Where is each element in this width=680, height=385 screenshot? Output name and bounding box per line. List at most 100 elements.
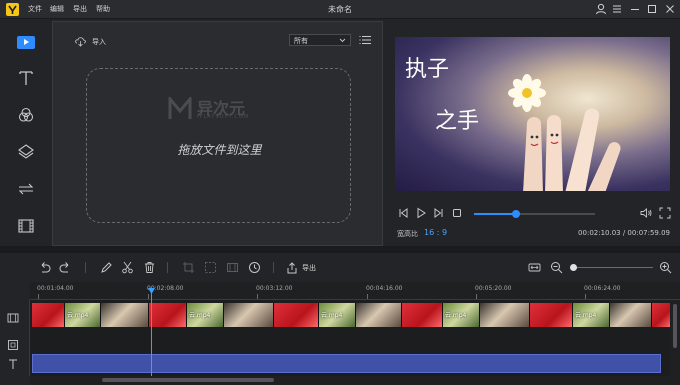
- clip-thumbnail[interactable]: [32, 303, 65, 327]
- zoom-in-icon: [660, 262, 672, 274]
- clip-thumbnail[interactable]: [274, 303, 319, 327]
- filter-icon: [18, 107, 34, 122]
- rail-film-button[interactable]: [0, 208, 52, 244]
- clip-thumbnail[interactable]: [149, 303, 187, 327]
- horizontal-scrollbar[interactable]: [30, 376, 680, 385]
- timeline-ruler[interactable]: 00:01:04.00 00:02:08.00 00:03:12.00 00:0…: [30, 282, 680, 300]
- close-icon[interactable]: [662, 2, 678, 16]
- pencil-icon: [101, 262, 112, 273]
- export-label: 导出: [302, 263, 316, 272]
- ruler-tick: [367, 294, 368, 299]
- clip-thumbnail[interactable]: [402, 303, 443, 327]
- fingers-image: [523, 108, 621, 191]
- next-frame-button[interactable]: [433, 207, 445, 219]
- playback-progress[interactable]: [474, 210, 595, 218]
- clip-thumbnail[interactable]: 云.mp4: [319, 303, 356, 327]
- ruler-tick-label: 00:04:16.00: [366, 285, 403, 292]
- clip-thumbnail[interactable]: 云.mp4: [187, 303, 224, 327]
- text-track-icon[interactable]: [7, 358, 19, 370]
- preview-panel: 执子 之手 宽高比 16: 9 00:02:10.03 / 00:07:59.…: [384, 21, 680, 246]
- video-track-icon[interactable]: [7, 312, 19, 324]
- menu-edit[interactable]: 编辑: [50, 4, 64, 14]
- prev-frame-button[interactable]: [397, 207, 409, 219]
- media-icon: [17, 36, 35, 49]
- aspect-ratio-value[interactable]: 16 : 9: [424, 228, 447, 237]
- clip-thumbnail[interactable]: [356, 303, 402, 327]
- ruler-tick-label: 00:01:04.00: [37, 285, 74, 292]
- mosaic-button[interactable]: [204, 261, 217, 274]
- volume-icon[interactable]: [640, 207, 652, 219]
- minimize-icon[interactable]: [627, 2, 643, 16]
- rail-filter-button[interactable]: [0, 97, 52, 133]
- fit-timeline-button[interactable]: [528, 261, 541, 274]
- clip-thumbnail[interactable]: [224, 303, 274, 327]
- chevron-down-icon: [339, 38, 346, 43]
- list-view-icon[interactable]: [359, 35, 371, 45]
- clip-thumbnail[interactable]: [530, 303, 573, 327]
- text-icon: [19, 71, 33, 85]
- export-button[interactable]: 导出: [286, 261, 316, 274]
- clip-thumbnail[interactable]: 云.mp4: [443, 303, 480, 327]
- toolbar-separator: [167, 262, 168, 273]
- clip-thumbnail[interactable]: [610, 303, 652, 327]
- title-bar: 文件 编辑 导出 帮助 未命名: [0, 0, 680, 19]
- vertical-scrollbar[interactable]: [670, 300, 680, 376]
- undo-button[interactable]: [38, 261, 51, 274]
- overlay-track-icon[interactable]: [7, 339, 19, 351]
- rail-media-button[interactable]: [0, 22, 52, 58]
- menu-file[interactable]: 文件: [28, 4, 42, 14]
- clip-thumbnail[interactable]: 云.mp4: [65, 303, 101, 327]
- clip-thumbnail[interactable]: 云.mp4: [573, 303, 610, 327]
- frame-text-line-1: 执子: [405, 57, 450, 82]
- vertical-scroll-thumb[interactable]: [673, 304, 677, 348]
- duration-button[interactable]: [248, 261, 261, 274]
- play-button[interactable]: [415, 207, 427, 219]
- crop-icon: [183, 262, 194, 273]
- trash-icon: [145, 262, 154, 273]
- cut-button[interactable]: [121, 261, 134, 274]
- undo-icon: [41, 262, 51, 273]
- redo-button[interactable]: [59, 261, 72, 274]
- crop-button[interactable]: [182, 261, 195, 274]
- delete-button[interactable]: [143, 261, 156, 274]
- import-icon: [75, 37, 86, 47]
- clip-thumbnail[interactable]: [652, 303, 671, 327]
- zoom-out-button[interactable]: [550, 261, 563, 274]
- scissors-icon: [122, 261, 133, 274]
- menu-help[interactable]: 帮助: [96, 4, 110, 14]
- zoom-slider-handle[interactable]: [570, 264, 577, 271]
- playback-controls: [384, 207, 680, 223]
- clock-icon: [249, 262, 260, 273]
- transition-icon: [18, 183, 34, 195]
- clip-name: 云.mp4: [67, 312, 89, 319]
- clip-thumbnail[interactable]: [480, 303, 530, 327]
- video-preview[interactable]: 执子 之手: [395, 37, 670, 191]
- stop-button[interactable]: [451, 207, 463, 219]
- media-filter-select[interactable]: 所有: [289, 34, 351, 46]
- drop-zone[interactable]: 异次元 IPLAYSOFT.COM 拖放文件到这里: [86, 68, 351, 223]
- video-track[interactable]: 云.mp4 云.mp4 云.mp4 云.mp4 云.mp4: [32, 303, 672, 327]
- rail-overlay-button[interactable]: [0, 134, 52, 170]
- overlay-track[interactable]: [32, 330, 672, 348]
- clip-thumbnail[interactable]: [101, 303, 149, 327]
- ruler-tick: [257, 294, 258, 299]
- fullscreen-icon[interactable]: [659, 207, 671, 219]
- rail-text-button[interactable]: [0, 60, 52, 96]
- account-icon[interactable]: [593, 2, 609, 16]
- filter-value: 所有: [294, 37, 308, 45]
- progress-handle[interactable]: [512, 210, 521, 218]
- playhead[interactable]: [148, 288, 155, 377]
- menu-lines-icon[interactable]: [609, 2, 625, 16]
- text-track-clip[interactable]: [32, 354, 661, 373]
- maximize-icon[interactable]: [644, 2, 660, 16]
- film-frame-icon: [227, 263, 238, 272]
- menu-export[interactable]: 导出: [73, 4, 87, 14]
- import-button[interactable]: 导入: [75, 36, 106, 48]
- edit-button[interactable]: [100, 261, 113, 274]
- clip-name: 云.mp4: [575, 312, 597, 319]
- rail-transition-button[interactable]: [0, 171, 52, 207]
- horizontal-scroll-thumb[interactable]: [102, 378, 274, 382]
- freeze-button[interactable]: [226, 261, 239, 274]
- zoom-slider[interactable]: [570, 264, 653, 271]
- zoom-in-button[interactable]: [659, 261, 672, 274]
